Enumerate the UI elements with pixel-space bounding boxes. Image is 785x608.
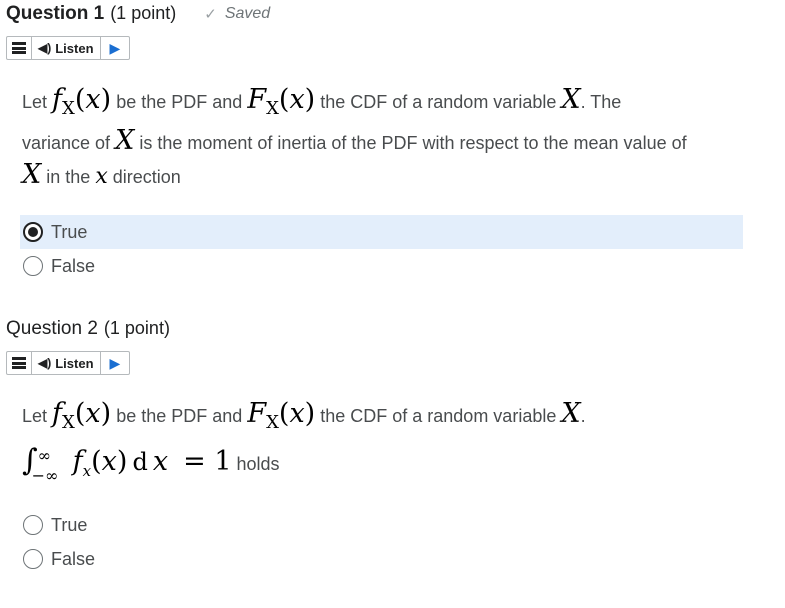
math-x: x xyxy=(101,446,117,477)
option-label: False xyxy=(51,255,96,276)
play-button[interactable]: ▶ xyxy=(101,37,130,59)
text-variance-of: variance of xyxy=(22,133,111,153)
math-x: x xyxy=(85,398,101,429)
listen-toolbar-q2: ◀) Listen ▶ xyxy=(6,351,131,375)
math-X: X xyxy=(561,84,581,115)
math-sub-x: X xyxy=(266,412,279,433)
math-F: F xyxy=(247,84,267,115)
math-X: X xyxy=(115,125,135,156)
menu-button[interactable] xyxy=(7,37,32,59)
math-f: f xyxy=(52,84,63,115)
question-2-points: (1 point) xyxy=(103,318,170,338)
math-x: x xyxy=(289,84,305,115)
play-icon: ▶ xyxy=(109,354,121,371)
q1-option-true[interactable]: True xyxy=(20,215,743,249)
text-let: Let xyxy=(22,406,48,426)
text-in-the: in the xyxy=(46,167,91,187)
play-icon: ▶ xyxy=(109,39,121,56)
radio-button[interactable] xyxy=(23,256,43,276)
option-label: True xyxy=(51,221,88,242)
math-F: F xyxy=(247,398,267,429)
math-x: x xyxy=(289,398,305,429)
q1-option-false[interactable]: False xyxy=(20,249,743,283)
speaker-icon: ◀) xyxy=(38,41,52,55)
radio-button[interactable] xyxy=(23,222,43,242)
text-be-pdf: be the PDF and xyxy=(116,92,243,112)
question-1-text: Let fX(x) be the PDF and FX(x) the CDF o… xyxy=(22,84,687,190)
listen-label: Listen xyxy=(55,40,94,56)
listen-toolbar-q1: ◀) Listen ▶ xyxy=(6,36,131,60)
text-be-pdf: be the PDF and xyxy=(116,406,243,426)
speaker-icon: ◀) xyxy=(38,356,52,370)
math-f: f xyxy=(72,446,83,477)
math-X: X xyxy=(561,398,581,429)
q2-option-false[interactable]: False xyxy=(20,542,743,576)
listen-label: Listen xyxy=(55,355,94,371)
math-sub-x: X xyxy=(266,98,279,119)
check-icon: ✓ xyxy=(204,6,217,23)
lower-limit: −∞ xyxy=(31,466,59,486)
radio-button[interactable] xyxy=(23,515,43,535)
text-period: . xyxy=(580,406,586,426)
menu-icon xyxy=(12,357,26,369)
math-x: x xyxy=(152,446,169,477)
math-sub-x: X xyxy=(62,98,75,119)
math-f: f xyxy=(52,398,63,429)
text-cdf: the CDF of a random variable xyxy=(320,92,557,112)
option-label: False xyxy=(51,548,96,569)
menu-icon xyxy=(12,42,26,54)
saved-label: Saved xyxy=(224,5,271,22)
saved-status: ✓ Saved xyxy=(204,5,270,23)
text-cdf: the CDF of a random variable xyxy=(320,406,557,426)
integral-limits: ∞ −∞ xyxy=(32,446,68,485)
math-equals-one: = 1 xyxy=(183,446,232,477)
listen-button[interactable]: ◀) Listen xyxy=(32,352,101,374)
question-1-title: Question 1 xyxy=(6,3,105,24)
text-moment: is the moment of inertia of the PDF with… xyxy=(139,133,687,153)
radio-button[interactable] xyxy=(23,549,43,569)
text-let: Let xyxy=(22,92,48,112)
math-X: X xyxy=(22,159,42,190)
text-the: . The xyxy=(580,92,622,112)
math-sub-x: X xyxy=(62,412,75,433)
math-d: d xyxy=(132,448,148,476)
math-x: x xyxy=(95,164,108,189)
play-button[interactable]: ▶ xyxy=(101,352,130,374)
question-1-header: Question 1 (1 point) ✓ Saved xyxy=(6,3,270,25)
math-sub-x: x xyxy=(82,462,92,480)
question-2-title: Question 2 xyxy=(6,318,98,339)
q2-option-true[interactable]: True xyxy=(20,508,743,542)
question-1-points: (1 point) xyxy=(110,3,177,23)
math-x: x xyxy=(85,84,101,115)
text-direction: direction xyxy=(112,167,181,187)
option-label: True xyxy=(51,514,88,535)
menu-button[interactable] xyxy=(7,352,32,374)
listen-button[interactable]: ◀) Listen xyxy=(32,37,101,59)
question-2-header: Question 2 (1 point) xyxy=(6,318,170,340)
text-holds: holds xyxy=(236,454,280,474)
question-2-text: Let fX(x) be the PDF and FX(x) the CDF o… xyxy=(22,398,762,487)
